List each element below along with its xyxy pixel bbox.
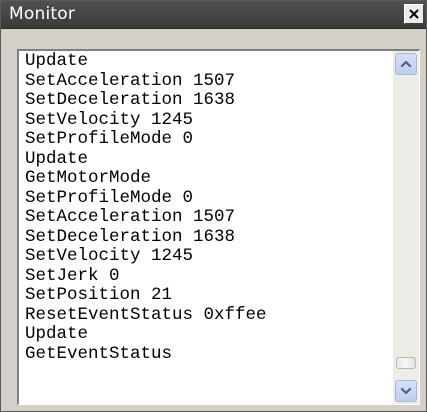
- log-line: Update: [25, 148, 89, 169]
- close-button[interactable]: [404, 4, 424, 24]
- scroll-up-button[interactable]: [395, 53, 417, 75]
- vertical-scrollbar[interactable]: [393, 51, 419, 404]
- scrollbar-thumb[interactable]: [396, 357, 416, 370]
- close-icon: [409, 9, 419, 19]
- log-line: SetPosition 21: [25, 285, 173, 305]
- monitor-window: Monitor Update SetAcceleration 1507 SetD…: [0, 0, 427, 412]
- scroll-down-button[interactable]: [395, 380, 417, 402]
- log-line: SetProfileMode 0: [25, 129, 194, 149]
- log-panel: Update SetAcceleration 1507 SetDecelerat…: [17, 49, 420, 405]
- log-line: SetVelocity 1245: [25, 246, 194, 266]
- log-line: Update: [25, 52, 89, 71]
- log-line: SetDeceleration 1638: [25, 90, 236, 110]
- log-line: ResetEventStatus 0xffee: [25, 304, 267, 325]
- log-line: SetAcceleration 1507: [25, 207, 236, 227]
- chevron-up-icon: [400, 60, 412, 68]
- window-title: Monitor: [9, 4, 76, 24]
- log-line: GetEventStatus: [25, 343, 173, 364]
- log-line: SetDeceleration 1638: [25, 226, 236, 247]
- title-bar[interactable]: Monitor: [1, 1, 426, 29]
- log-line: GetMotorMode: [25, 168, 152, 188]
- log-text-area[interactable]: Update SetAcceleration 1507 SetDecelerat…: [25, 52, 391, 402]
- chevron-down-icon: [400, 387, 412, 395]
- log-line: Update: [25, 324, 89, 344]
- log-line: SetVelocity 1245: [25, 109, 194, 130]
- log-line: SetAcceleration 1507: [25, 70, 236, 91]
- log-line: SetProfileMode 0: [25, 187, 194, 208]
- log-line: SetJerk 0: [25, 265, 120, 286]
